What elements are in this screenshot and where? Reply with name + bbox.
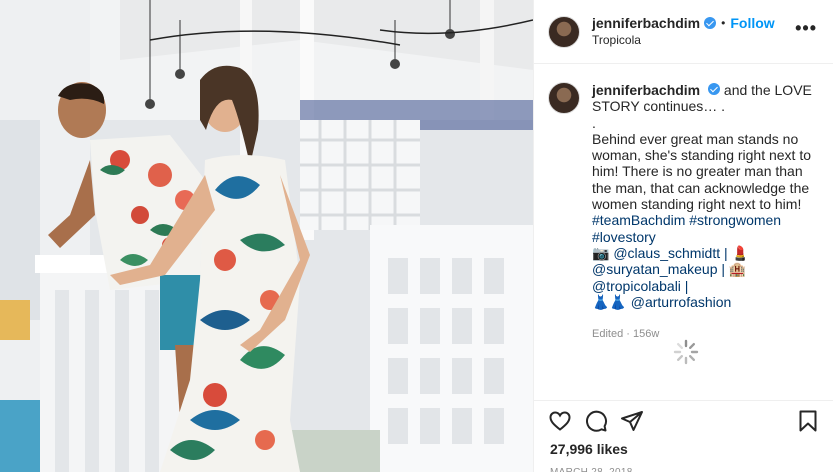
username-link[interactable]: jenniferbachdim: [592, 15, 700, 32]
post-date: MARCH 28, 2018: [534, 457, 833, 472]
caption-hashtags-2[interactable]: #lovestory: [592, 229, 817, 245]
caption: jenniferbachdim and the LOVE STORY conti…: [534, 64, 833, 342]
header-row: jenniferbachdim • Follow: [592, 15, 795, 32]
heart-icon[interactable]: [548, 409, 572, 433]
post-photo[interactable]: [0, 0, 533, 472]
follow-button[interactable]: Follow: [730, 15, 774, 32]
caption-credits-1[interactable]: 📷 @claus_schmidtt | 💄: [592, 245, 817, 261]
share-icon[interactable]: [620, 409, 644, 433]
action-icons: [534, 401, 833, 435]
caption-username[interactable]: jenniferbachdim: [592, 82, 700, 98]
caption-hashtags-1[interactable]: #teamBachdim #strongwomen: [592, 212, 817, 228]
comment-icon[interactable]: [584, 409, 608, 433]
bookmark-icon[interactable]: [796, 409, 820, 433]
more-options-icon[interactable]: •••: [795, 18, 817, 39]
caption-body: jenniferbachdim and the LOVE STORY conti…: [592, 82, 817, 342]
separator-dot: •: [721, 15, 726, 30]
loading-spinner-icon: [673, 339, 699, 365]
caption-text-3: Behind ever great man stands no woman, s…: [592, 130, 812, 213]
avatar[interactable]: [548, 15, 580, 48]
verified-badge-icon: [708, 83, 721, 95]
post-header: jenniferbachdim • Follow Tropicola •••: [534, 0, 833, 64]
location-link[interactable]: Tropicola: [592, 32, 795, 49]
caption-credits-3[interactable]: 👗👗 @arturrofashion: [592, 294, 817, 310]
caption-credits-2[interactable]: @suryatan_makeup | 🏨 @tropicolabali |: [592, 261, 817, 294]
verified-badge-icon: [704, 17, 717, 29]
caption-text-2: .: [592, 114, 596, 131]
caption-avatar[interactable]: [548, 82, 580, 114]
post-image: [0, 0, 533, 472]
likes-count[interactable]: 27,996 likes: [534, 435, 833, 457]
edited-timestamp: Edited · 156w: [592, 328, 660, 341]
post-side-panel: jenniferbachdim • Follow Tropicola ••• j…: [533, 0, 833, 472]
header-text: jenniferbachdim • Follow Tropicola: [592, 15, 795, 49]
post-actions: 27,996 likes MARCH 28, 2018: [534, 400, 833, 472]
